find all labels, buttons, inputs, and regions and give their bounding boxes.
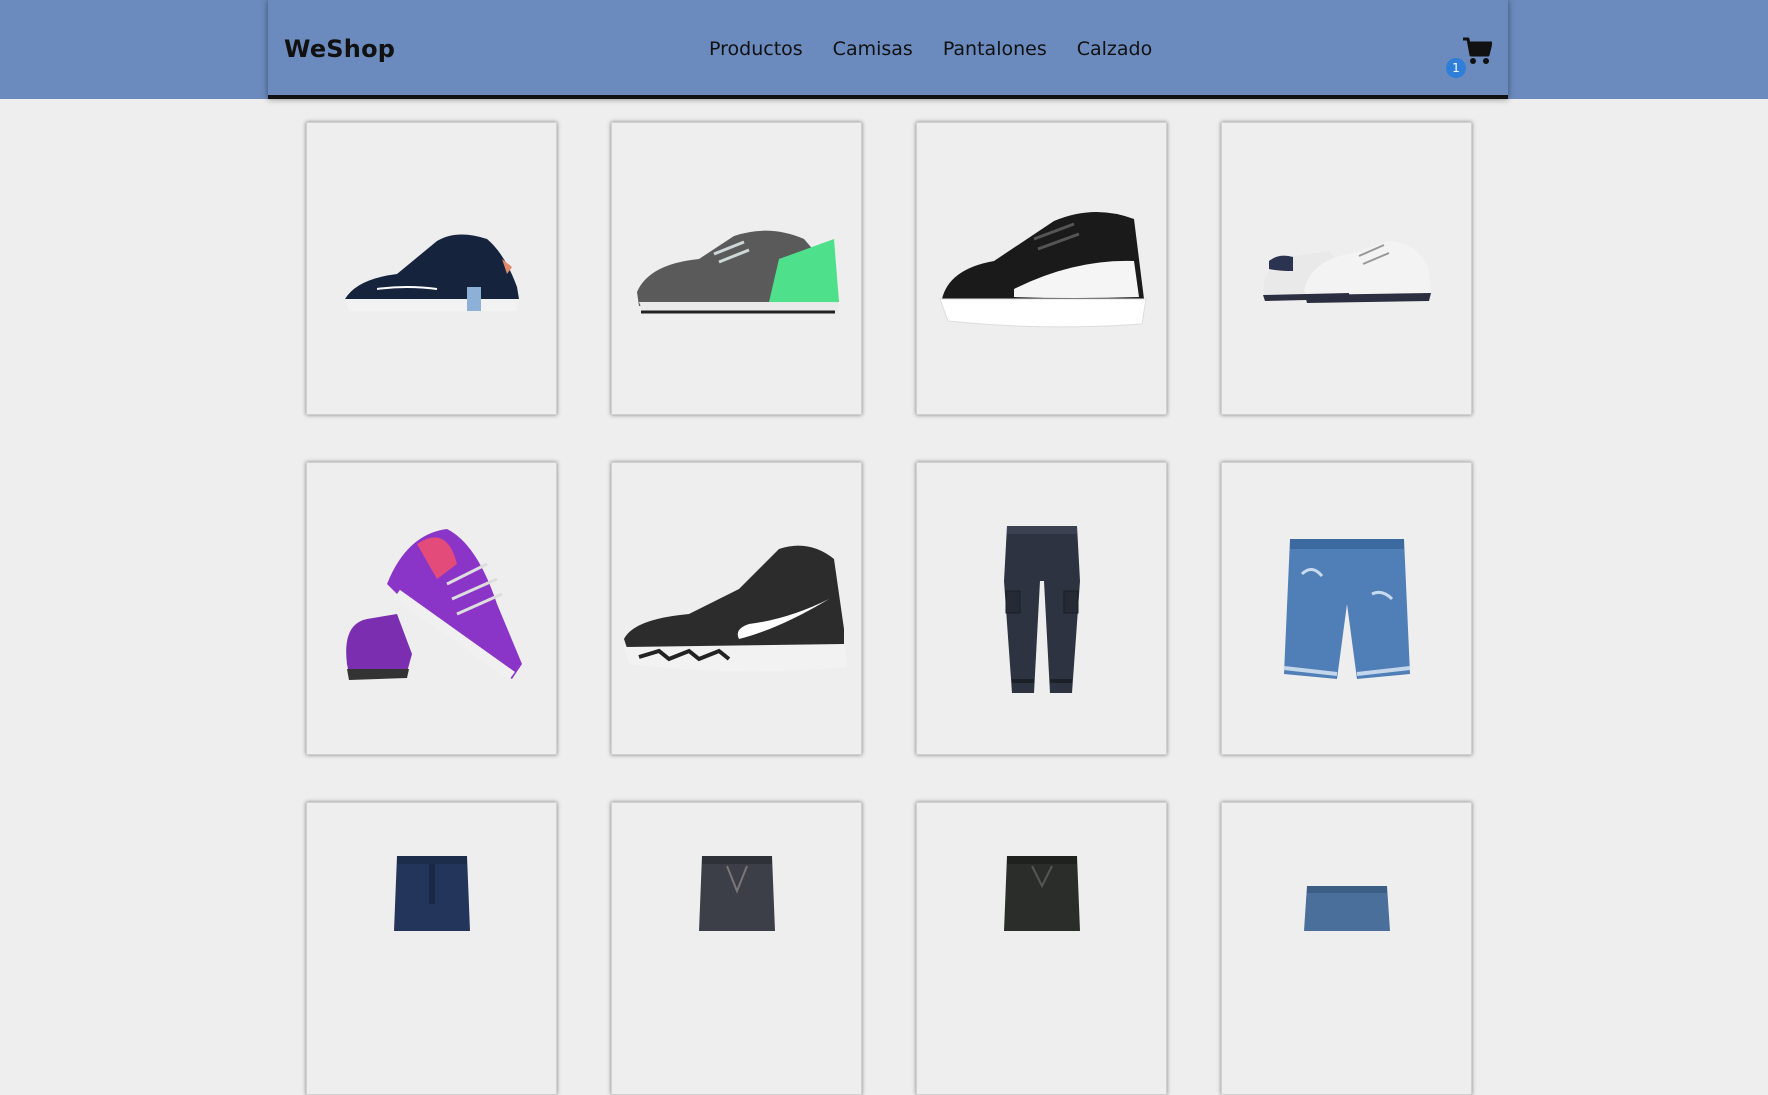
light-denim-shorts-icon [1303,886,1390,931]
product-card[interactable] [1221,462,1472,755]
product-card[interactable] [916,462,1167,755]
dark-denim-shorts-icon [393,856,470,931]
product-card[interactable] [611,122,862,415]
product-grid [306,122,1472,1095]
product-card[interactable] [306,802,557,1095]
cart-button[interactable]: 1 [1446,36,1492,78]
product-card[interactable] [611,462,862,755]
nav-item-camisas[interactable]: Camisas [833,38,913,60]
navbar: WeShop Productos Camisas Pantalones Calz… [268,0,1508,99]
nav-item-productos[interactable]: Productos [709,38,803,60]
blue-denim-shorts-icon [1283,538,1410,679]
nav-item-pantalones[interactable]: Pantalones [943,38,1047,60]
white-sneakers-pair-icon [1263,241,1431,303]
grey-green-running-shoe-icon [637,230,839,313]
product-card[interactable] [611,802,862,1095]
dark-cargo-pants-icon [1003,526,1080,693]
cart-count-badge: 1 [1446,58,1466,78]
brand-logo[interactable]: WeShop [284,35,395,63]
grey-cargo-shorts-icon [698,856,775,931]
product-card[interactable] [916,802,1167,1095]
shopping-cart-icon [1463,37,1492,64]
product-card[interactable] [916,122,1167,415]
black-white-low-sneaker-icon [939,211,1147,327]
purple-running-shoes-pair-icon [345,528,522,680]
nav-item-calzado[interactable]: Calzado [1077,38,1153,60]
navy-sneaker-icon [344,233,519,311]
product-card[interactable] [306,462,557,755]
product-card[interactable] [1221,122,1472,415]
nav-links: Productos Camisas Pantalones Calzado [709,38,1152,60]
black-high-top-sneaker-icon [624,545,847,671]
product-card[interactable] [306,122,557,415]
black-cargo-shorts-icon [1003,856,1080,931]
product-card[interactable] [1221,802,1472,1095]
